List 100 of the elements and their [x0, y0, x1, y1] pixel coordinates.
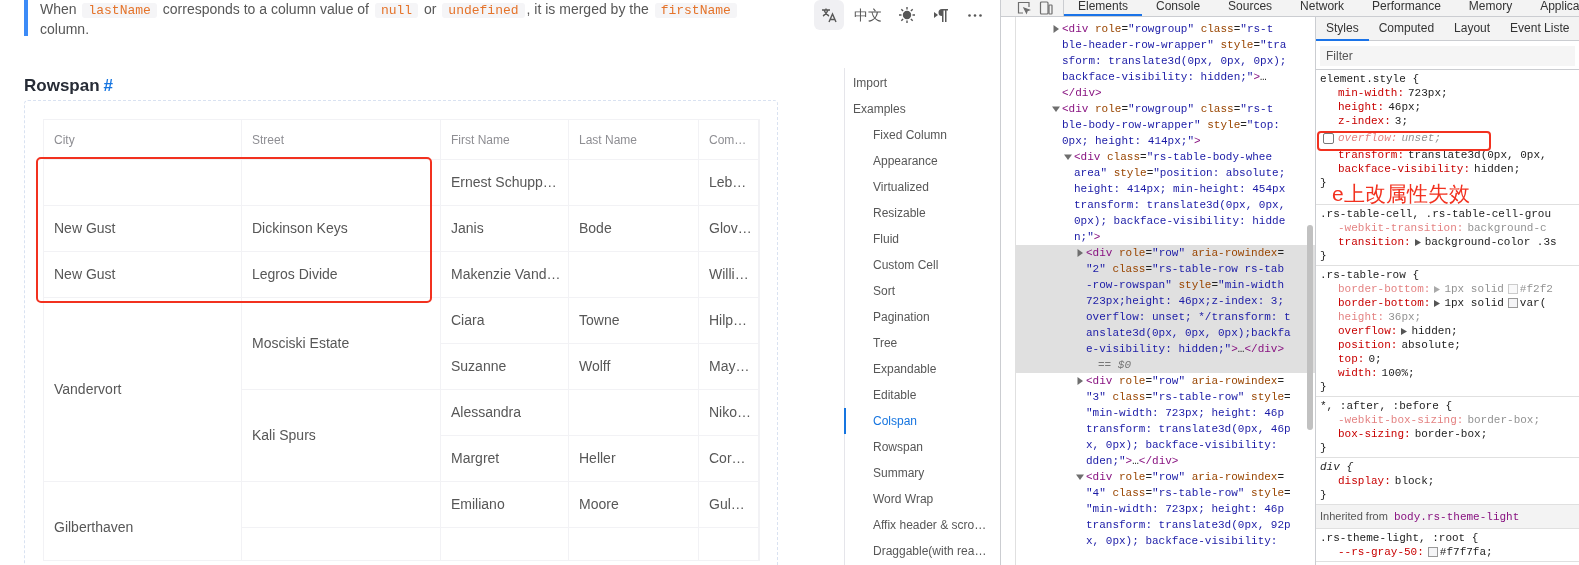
toc-link[interactable]: Virtualized — [844, 174, 994, 200]
code-line: "2" class="rs-table-row rs-tab — [1086, 262, 1286, 277]
styles-tab[interactable]: Styles — [1316, 17, 1369, 41]
code-line: area" style="position: absolute; — [1074, 166, 1286, 181]
inspect-icon[interactable] — [1017, 0, 1031, 15]
table-cell: Emiliano — [441, 482, 569, 528]
devtools-tab[interactable]: Sources — [1214, 0, 1287, 16]
code-line: <div role="rowgroup" class="rs-t — [1062, 22, 1275, 37]
toc-link[interactable]: Examples — [844, 96, 994, 122]
scrollbar-thumb[interactable] — [1307, 225, 1313, 430]
devtools-tab[interactable]: Performance — [1358, 0, 1455, 16]
table-cell: Margret — [441, 436, 569, 482]
expand-triangle-icon[interactable] — [1076, 249, 1084, 257]
css-declaration[interactable]: display: block; — [1338, 474, 1435, 488]
css-declaration[interactable]: position: absolute; — [1338, 338, 1461, 352]
styles-tab[interactable]: Event Liste — [1500, 17, 1579, 41]
code-line: <div role="rowgroup" class="rs-t — [1062, 102, 1275, 117]
toc-link[interactable]: Affix header & scro… — [844, 512, 994, 538]
translate-button[interactable] — [814, 0, 844, 30]
toc-link[interactable]: Colspan — [844, 408, 994, 434]
table-cell: Heller — [569, 436, 699, 482]
code-line: -row-rowspan" style="min-width — [1086, 278, 1286, 293]
css-selector[interactable]: .rs-theme-light, :root { — [1320, 531, 1479, 545]
toc-link[interactable]: Fixed Column — [844, 122, 994, 148]
toc-link[interactable]: Custom Cell — [844, 252, 994, 278]
inherited-selector[interactable]: body.rs-theme-light — [1393, 509, 1520, 524]
css-declaration[interactable]: transition: background-color .3s — [1338, 235, 1557, 249]
inherited-label: Inherited from — [1320, 509, 1388, 525]
table-cell: Gul… — [699, 482, 759, 528]
toc-link[interactable]: Draggable(with rea… — [844, 538, 994, 564]
code-line: e-visibility: hidden;">…</div> — [1086, 342, 1286, 357]
expand-triangle-icon[interactable] — [1052, 25, 1060, 33]
sun-icon — [898, 6, 916, 24]
expand-triangle-icon[interactable] — [1076, 377, 1084, 385]
toc-link[interactable]: Summary — [844, 460, 994, 486]
collapse-triangle-icon[interactable] — [1052, 105, 1060, 113]
code-line: transform: translate3d(0px, 92p — [1086, 518, 1291, 533]
toc-link[interactable]: Tree — [844, 330, 994, 356]
table-cell: Makenzie Vand… — [441, 252, 569, 298]
css-selector[interactable]: div { — [1320, 460, 1353, 474]
table-cell: Vandervort — [44, 298, 242, 482]
devtools-tab[interactable]: Network — [1286, 0, 1359, 16]
css-selector[interactable]: *, :after, :before { — [1320, 399, 1453, 413]
devtools-tab[interactable]: Memory — [1454, 0, 1527, 16]
css-declaration[interactable]: box-sizing: border-box; — [1338, 427, 1488, 441]
toc-link[interactable]: Import — [844, 70, 994, 96]
code-line: 0px; height: 414px;"> — [1062, 134, 1202, 149]
css-declaration[interactable]: transform: translate3d(0px, 0px, — [1338, 148, 1547, 162]
code-line: <div role="row" aria-rowindex= — [1086, 246, 1286, 261]
toc-link[interactable]: Expandable — [844, 356, 994, 382]
toc-link[interactable]: Fluid — [844, 226, 994, 252]
code-line: </div> — [1062, 86, 1103, 101]
more-icon — [968, 13, 982, 17]
devtools-tab[interactable]: Applica — [1526, 0, 1579, 16]
code-line: n;"> — [1074, 230, 1102, 245]
css-declaration[interactable]: z-index: 3; — [1338, 114, 1408, 128]
table-cell: New Gust — [44, 206, 242, 252]
toc-link[interactable]: Editable — [844, 382, 994, 408]
toc-link[interactable]: Resizable — [844, 200, 994, 226]
devtools-tab[interactable]: Console — [1142, 0, 1215, 16]
checkbox[interactable] — [1323, 132, 1334, 144]
code-line: transform: translate3d(0px, 46p — [1086, 422, 1291, 437]
toc-link[interactable]: Sort — [844, 278, 994, 304]
css-declaration[interactable]: min-width: 723px; — [1338, 86, 1448, 100]
filter-field[interactable]: Filter — [1320, 46, 1575, 66]
css-declaration[interactable]: overflow: hidden; — [1338, 324, 1458, 338]
color-swatch[interactable] — [1427, 547, 1438, 557]
toc-link[interactable]: Appearance — [844, 148, 994, 174]
device-toolbar-icon[interactable] — [1039, 0, 1053, 15]
css-declaration[interactable]: backface-visibility: hidden; — [1338, 162, 1521, 176]
css-selector[interactable]: .rs-table-row { — [1320, 268, 1420, 282]
toc-link[interactable]: Word Wrap — [844, 486, 994, 512]
table-cell: Bode — [569, 206, 699, 252]
collapse-triangle-icon[interactable] — [1076, 473, 1084, 481]
css-selector[interactable]: element.style { — [1320, 72, 1420, 86]
code-line: backface-visibility: hidden;">… — [1062, 70, 1268, 85]
css-brace: } — [1320, 488, 1327, 502]
styles-tab[interactable]: Computed — [1368, 17, 1445, 41]
code-line: <div role="row" aria-rowindex= — [1086, 470, 1286, 485]
toc-link[interactable]: Rowspan — [844, 434, 994, 460]
color-swatch[interactable] — [1507, 298, 1518, 308]
styles-tab[interactable]: Layout — [1444, 17, 1501, 41]
collapse-triangle-icon[interactable] — [1064, 153, 1072, 161]
code-line: height: 414px; min-height: 454px — [1074, 182, 1286, 197]
table-cell: May… — [699, 344, 759, 390]
dom-node[interactable] — [1016, 245, 1315, 373]
css-selector[interactable]: .rs-table-cell, .rs-table-cell-grou — [1320, 207, 1552, 221]
css-declaration[interactable]: height: 46px; — [1338, 100, 1422, 114]
table-cell: Towne — [569, 298, 699, 344]
anchor-link[interactable]: # — [103, 73, 114, 99]
devtools-tab[interactable]: Elements — [1064, 0, 1143, 16]
expand-triangle-icon[interactable] — [1414, 238, 1421, 246]
code-line: "4" class="rs-table-row" style= — [1086, 486, 1291, 501]
css-declaration[interactable]: width: 100%; — [1338, 366, 1415, 380]
code-line: x, 0px); backface-visibility: — [1086, 438, 1279, 453]
css-declaration[interactable]: border-bottom: 1px solid var( — [1338, 296, 1547, 310]
toc-link[interactable]: Pagination — [844, 304, 994, 330]
expand-triangle-icon[interactable] — [1401, 327, 1408, 335]
css-declaration[interactable]: --rs-gray-50: #f7f7fa; — [1338, 545, 1493, 559]
css-declaration[interactable]: top: 0; — [1338, 352, 1382, 366]
